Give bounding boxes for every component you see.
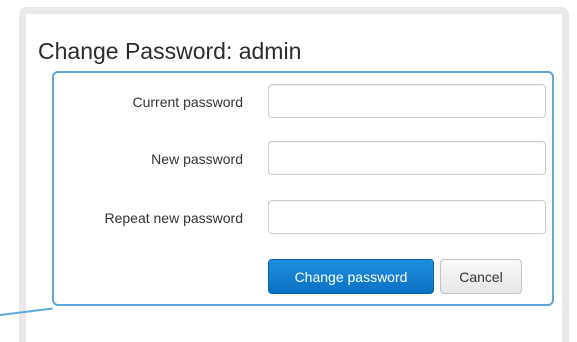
page-title: Change Password: admin (38, 38, 302, 64)
current-password-field[interactable] (268, 84, 546, 118)
page: Change Password: admin Current password … (0, 0, 577, 342)
repeat-new-password-field[interactable] (268, 200, 546, 234)
new-password-label: New password (151, 151, 243, 167)
repeat-new-password-label: Repeat new password (104, 210, 243, 226)
cancel-button[interactable]: Cancel (440, 259, 522, 294)
current-password-label: Current password (132, 94, 244, 110)
change-password-button[interactable]: Change password (268, 259, 434, 294)
new-password-field[interactable] (268, 141, 546, 175)
